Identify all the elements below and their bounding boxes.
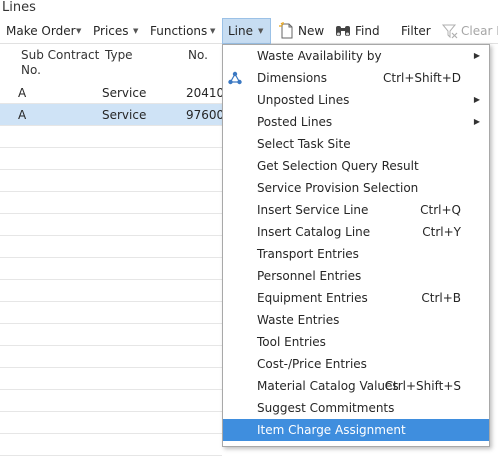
menu-item-get-selection-query-result[interactable]: Get Selection Query Result	[223, 155, 489, 177]
menu-item-insert-service-line[interactable]: Insert Service Line Ctrl+Q	[223, 199, 489, 221]
window-title: Lines	[2, 0, 36, 15]
prices-chevron-down-icon[interactable]: ▼	[133, 18, 138, 44]
submenu-arrow-icon: ▶	[473, 95, 480, 104]
table-row[interactable]	[0, 302, 222, 324]
line-dropdown-menu: Waste Availability by ▶ Dimensions Ctrl+Shi…	[222, 44, 490, 447]
menu-item-label: Select Task Site	[257, 137, 351, 151]
new-button[interactable]: New	[298, 18, 324, 44]
line-chevron-down-icon[interactable]: ▼	[258, 18, 263, 44]
menu-item-label: Get Selection Query Result	[257, 159, 419, 173]
make-order-button[interactable]: Make Order	[6, 18, 76, 44]
dimensions-icon	[228, 71, 242, 85]
prices-button[interactable]: Prices	[93, 18, 129, 44]
menu-item-cost-price-entries[interactable]: Cost-/Price Entries	[223, 353, 489, 375]
menu-item-material-catalog-values[interactable]: Material Catalog Values Ctrl+Shift+S	[223, 375, 489, 397]
column-header-no[interactable]: No.	[188, 48, 208, 63]
cell-no[interactable]: 20410	[186, 82, 224, 104]
submenu-arrow-icon: ▶	[473, 51, 480, 60]
menu-item-personnel-entries[interactable]: Personnel Entries	[223, 265, 489, 287]
menu-item-service-provision-selection[interactable]: Service Provision Selection	[223, 177, 489, 199]
column-header-type[interactable]: Type	[105, 48, 133, 63]
menu-item-waste-availability-by[interactable]: Waste Availability by ▶	[223, 45, 489, 67]
cell-type[interactable]: Service	[102, 82, 146, 104]
cell-sub-contract-no[interactable]: A	[18, 104, 26, 126]
binoculars-icon[interactable]	[334, 22, 352, 40]
new-document-icon[interactable]	[278, 22, 296, 40]
table-row[interactable]	[0, 346, 222, 368]
menu-item-label: Waste Availability by	[257, 49, 382, 63]
menu-item-label: Dimensions	[257, 71, 328, 85]
filter-button[interactable]: Filter	[401, 18, 431, 44]
menu-item-item-charge-assignment[interactable]: Item Charge Assignment	[223, 419, 489, 441]
table-row[interactable]	[0, 258, 222, 280]
clear-filter-icon	[441, 24, 458, 39]
menu-item-label: Equipment Entries	[257, 291, 368, 305]
table-row[interactable]	[0, 280, 222, 302]
table-row[interactable]: A Service 97600	[0, 104, 224, 126]
column-header-sub-contract-no[interactable]: Sub Contract No.	[21, 48, 99, 78]
menu-item-label: Transport Entries	[257, 247, 359, 261]
menu-item-waste-entries[interactable]: Waste Entries	[223, 309, 489, 331]
table-row[interactable]	[0, 434, 222, 456]
grid-header: Sub Contract No. Type No.	[0, 44, 222, 82]
menu-item-shortcut: Ctrl+Y	[422, 225, 461, 239]
menu-item-insert-catalog-line[interactable]: Insert Catalog Line Ctrl+Y	[223, 221, 489, 243]
line-button[interactable]: Line	[228, 18, 253, 44]
menu-item-shortcut: Ctrl+Q	[420, 203, 461, 217]
menu-item-label: Waste Entries	[257, 313, 340, 327]
functions-chevron-down-icon[interactable]: ▼	[210, 18, 215, 44]
find-button[interactable]: Find	[355, 18, 380, 44]
menu-item-label: Unposted Lines	[257, 93, 350, 107]
table-row[interactable]: A Service 20410	[0, 82, 224, 104]
menu-item-shortcut: Ctrl+Shift+D	[383, 71, 461, 85]
table-row[interactable]	[0, 148, 222, 170]
menu-item-dimensions[interactable]: Dimensions Ctrl+Shift+D	[223, 67, 489, 89]
table-row[interactable]	[0, 170, 222, 192]
table-row[interactable]	[0, 324, 222, 346]
menu-item-shortcut: Ctrl+B	[421, 291, 461, 305]
table-row[interactable]	[0, 192, 222, 214]
menu-item-label: Tool Entries	[257, 335, 326, 349]
menu-item-label: Personnel Entries	[257, 269, 362, 283]
table-row[interactable]	[0, 412, 222, 434]
menu-item-label: Service Provision Selection	[257, 181, 419, 195]
menu-item-tool-entries[interactable]: Tool Entries	[223, 331, 489, 353]
menu-item-label: Suggest Commitments	[257, 401, 395, 415]
make-order-chevron-down-icon[interactable]: ▼	[76, 18, 81, 44]
table-row[interactable]	[0, 214, 222, 236]
menu-item-suggest-commitments[interactable]: Suggest Commitments	[223, 397, 489, 419]
menu-item-shortcut: Ctrl+Shift+S	[384, 379, 461, 393]
menu-item-posted-lines[interactable]: Posted Lines ▶	[223, 111, 489, 133]
table-row[interactable]	[0, 368, 222, 390]
menu-item-select-task-site[interactable]: Select Task Site	[223, 133, 489, 155]
menu-item-label: Material Catalog Values	[257, 379, 399, 393]
menu-item-label: Item Charge Assignment	[257, 423, 406, 437]
menu-item-transport-entries[interactable]: Transport Entries	[223, 243, 489, 265]
table-row[interactable]	[0, 236, 222, 258]
menu-item-label: Insert Service Line	[257, 203, 369, 217]
menu-item-label: Posted Lines	[257, 115, 333, 129]
menu-item-equipment-entries[interactable]: Equipment Entries Ctrl+B	[223, 287, 489, 309]
menu-item-label: Cost-/Price Entries	[257, 357, 367, 371]
menu-item-unposted-lines[interactable]: Unposted Lines ▶	[223, 89, 489, 111]
clear-filter-button: Clear F	[461, 24, 498, 38]
table-row[interactable]	[0, 126, 222, 148]
functions-button[interactable]: Functions	[150, 18, 207, 44]
cell-type[interactable]: Service	[102, 104, 146, 126]
submenu-arrow-icon: ▶	[473, 117, 480, 126]
cell-no[interactable]: 97600	[186, 104, 224, 126]
cell-sub-contract-no[interactable]: A	[18, 82, 26, 104]
table-row[interactable]	[0, 390, 222, 412]
menu-item-label: Insert Catalog Line	[257, 225, 371, 239]
